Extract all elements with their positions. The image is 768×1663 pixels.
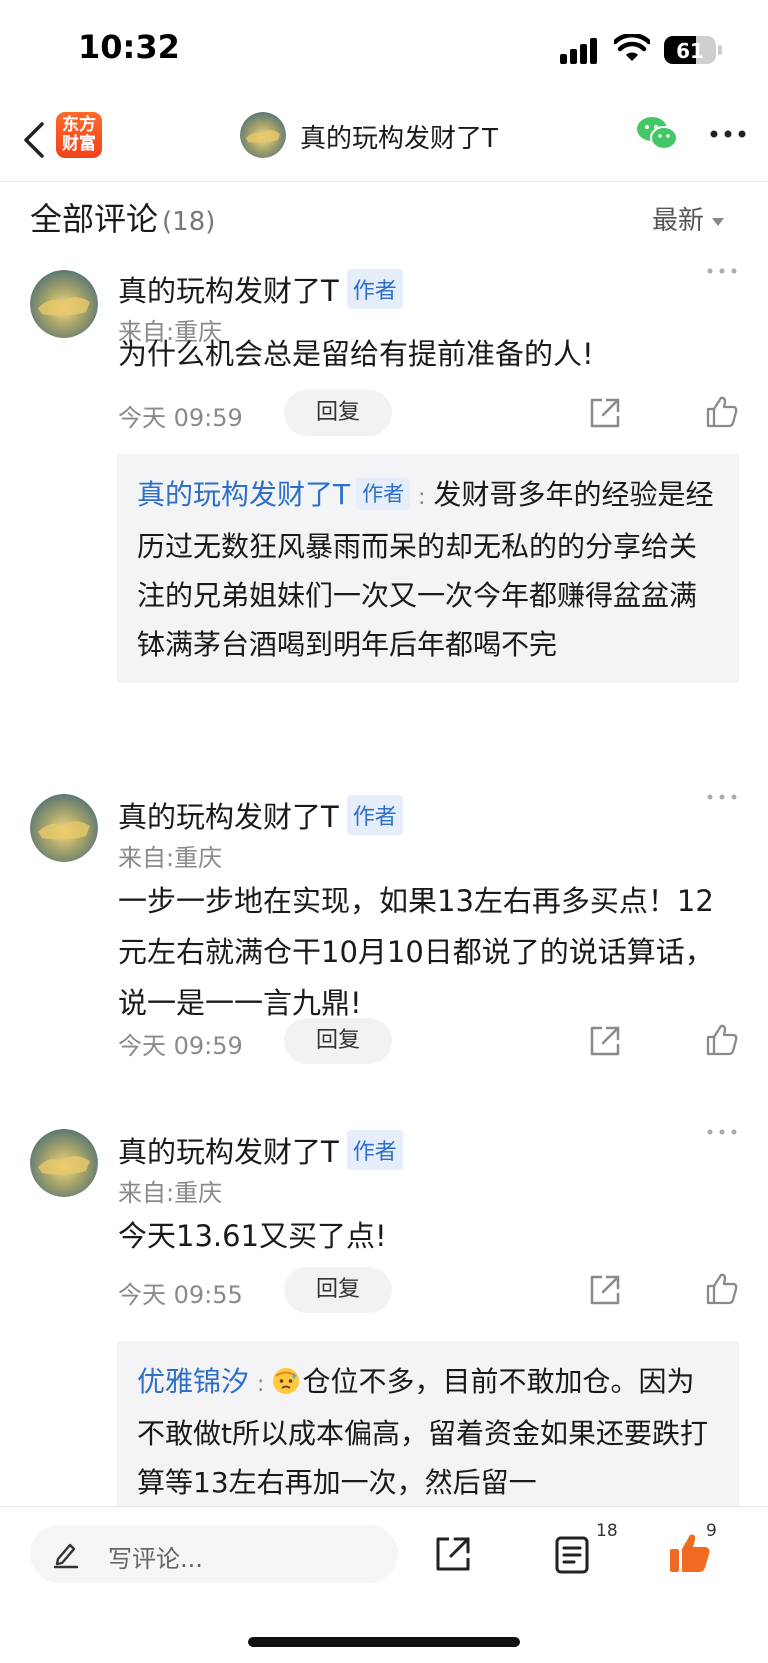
reply-content: 真的玩构发财了T 作者: 发财哥多年的经验是经历过无数狂风暴雨而呆的却无私的的分享给… <box>137 470 719 669</box>
comment-item: 真的玩构发财了T 作者 来自:重庆 一步一步地在实现，如果13左右再多买点！12元… <box>0 770 768 1090</box>
sort-label: 最新 <box>652 206 705 236</box>
reply-button[interactable]: 回复 <box>284 1018 392 1064</box>
pen-icon <box>53 1543 79 1569</box>
author-name[interactable]: 真的玩构发财了T <box>118 800 339 834</box>
comment-placeholder: 写评论... <box>108 1545 203 1573</box>
reply-button[interactable]: 回复 <box>284 1267 392 1313</box>
battery-level: 61 <box>676 39 704 63</box>
share-icon[interactable] <box>588 1024 622 1058</box>
cellular-signal-icon <box>560 38 600 64</box>
share-icon[interactable] <box>588 1273 622 1307</box>
wifi-icon <box>614 34 650 61</box>
thumbs-up-icon[interactable] <box>704 1022 740 1058</box>
avatar[interactable] <box>30 794 98 862</box>
reply-box[interactable]: 优雅锦汐: 仓位不多，目前不敢加仓。因为不敢做t所以成本偏高，留着资金如果还要跌打… <box>117 1341 739 1511</box>
comment-item: 真的玩构发财了T 作者 来自:重庆 为什么机会总是留给有提前准备的人! 今天 09… <box>0 250 768 770</box>
reply-separator: : <box>257 1372 265 1397</box>
nav-bar: 东方财富 真的玩构发财了T <box>0 100 768 182</box>
reply-author[interactable]: 真的玩构发财了T <box>137 478 350 511</box>
comments-list-icon[interactable] <box>554 1535 590 1575</box>
comments-count-badge: 18 <box>596 1521 618 1541</box>
reply-content: 优雅锦汐: 仓位不多，目前不敢加仓。因为不敢做t所以成本偏高，留着资金如果还要跌打… <box>137 1357 719 1507</box>
comments-header: 全部评论 (18) 最新 <box>0 182 768 250</box>
bottom-bar: 写评论... 18 9 <box>0 1506 768 1663</box>
comments-title: 全部评论 (18) <box>30 194 215 240</box>
comment-location: 来自:重庆 <box>118 1179 223 1207</box>
reply-box[interactable]: 真的玩构发财了T 作者: 发财哥多年的经验是经历过无数狂风暴雨而呆的却无私的的分享给… <box>117 454 739 683</box>
avatar[interactable] <box>30 270 98 338</box>
reply-author[interactable]: 优雅锦汐 <box>137 1365 249 1398</box>
comments-title-text: 全部评论 <box>30 200 159 238</box>
comment-text: 今天13.61又买了点! <box>118 1219 387 1253</box>
author-row: 真的玩构发财了T 作者 <box>118 1129 403 1171</box>
author-row: 真的玩构发财了T 作者 <box>118 794 403 836</box>
caret-down-icon <box>712 217 725 226</box>
comment-item: 真的玩构发财了T 作者 来自:重庆 今天13.61又买了点! 今天 09:55 回… <box>0 1105 768 1511</box>
avatar[interactable] <box>30 1129 98 1197</box>
reply-separator: : <box>418 485 426 510</box>
comment-more-icon[interactable] <box>706 266 738 276</box>
wechat-share-icon[interactable] <box>636 114 678 154</box>
author-name[interactable]: 真的玩构发财了T <box>118 274 339 308</box>
author-badge: 作者 <box>346 269 403 309</box>
comment-text: 一步一步地在实现，如果13左右再多买点！12元左右就满仓干10月10日都说了的说… <box>118 884 714 1020</box>
sort-dropdown[interactable]: 最新 <box>652 200 725 237</box>
reply-button[interactable]: 回复 <box>284 390 392 436</box>
thumbs-up-icon[interactable] <box>704 394 740 430</box>
likes-count-badge: 9 <box>706 1521 717 1541</box>
share-icon[interactable] <box>588 396 622 430</box>
author-badge: 作者 <box>346 795 403 835</box>
comment-more-icon[interactable] <box>706 792 738 802</box>
nav-title: 真的玩构发财了T <box>300 124 498 154</box>
write-comment-input[interactable]: 写评论... <box>30 1525 398 1583</box>
more-options-icon[interactable] <box>708 122 748 146</box>
share-icon[interactable] <box>434 1535 472 1573</box>
home-indicator <box>248 1637 520 1647</box>
battery-icon: 61 <box>664 36 716 64</box>
author-row: 真的玩构发财了T 作者 <box>118 268 403 310</box>
back-chevron-icon[interactable] <box>14 116 58 164</box>
comment-location: 来自:重庆 <box>118 844 223 872</box>
sweating-face-emoji-icon <box>273 1368 300 1394</box>
author-badge: 作者 <box>356 478 411 510</box>
thumbs-up-icon[interactable] <box>704 1271 740 1307</box>
comment-time: 今天 09:55 <box>118 1281 243 1309</box>
status-time: 10:32 <box>78 28 180 66</box>
author-badge: 作者 <box>346 1130 403 1170</box>
comment-text: 为什么机会总是留给有提前准备的人! <box>118 337 594 371</box>
comments-count: (18) <box>162 207 216 237</box>
comment-time: 今天 09:59 <box>118 404 243 432</box>
status-bar: 10:32 61 <box>0 0 768 100</box>
comment-more-icon[interactable] <box>706 1127 738 1137</box>
comment-time: 今天 09:59 <box>118 1032 243 1060</box>
author-avatar[interactable] <box>240 112 286 158</box>
app-logo[interactable]: 东方财富 <box>56 112 102 158</box>
author-name[interactable]: 真的玩构发财了T <box>118 1135 339 1169</box>
